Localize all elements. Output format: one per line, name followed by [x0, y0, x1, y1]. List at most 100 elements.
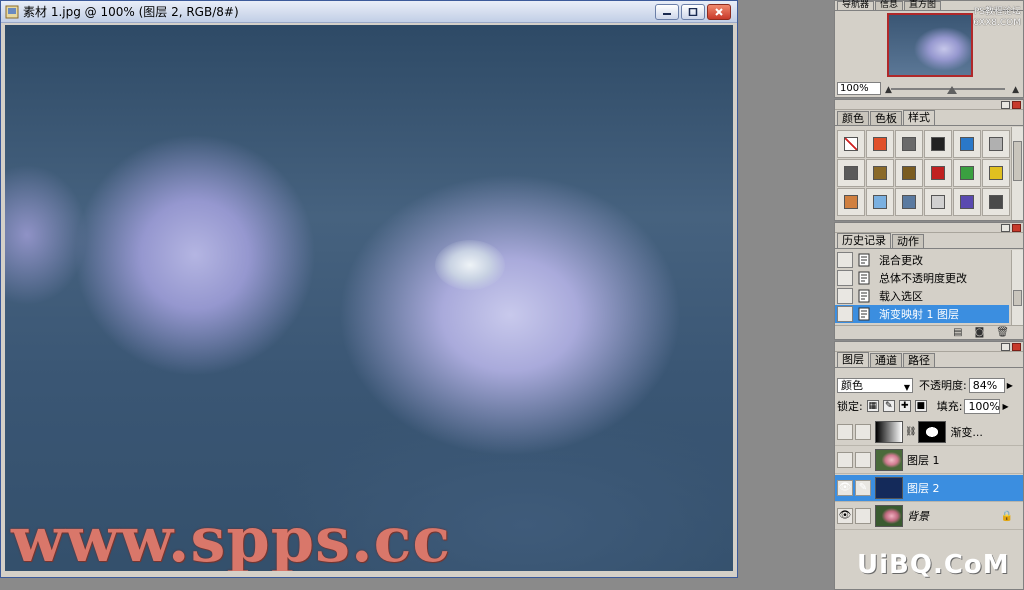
style-swatch[interactable] [924, 130, 952, 158]
tab-color[interactable]: 颜色 [837, 111, 869, 125]
chain-link-icon[interactable]: ⛓ [905, 427, 916, 437]
tab-swatches[interactable]: 色板 [870, 111, 902, 125]
panel-close-icon[interactable] [1012, 342, 1021, 351]
style-swatch[interactable] [982, 130, 1010, 158]
history-snapshot-box[interactable] [837, 288, 853, 304]
tab-paths[interactable]: 路径 [903, 353, 935, 367]
style-swatch[interactable] [924, 188, 952, 216]
blend-mode-select[interactable]: 颜色 ▼ [837, 377, 913, 393]
navigator-panel: 导航器 信息 直方图 PS教程论坛 BBS.16XX8.COM 100% ▲ ▲ [834, 0, 1024, 98]
style-swatch[interactable] [837, 159, 865, 187]
style-swatch[interactable] [982, 159, 1010, 187]
history-item[interactable]: 混合更改 [835, 251, 1009, 269]
fill-arrow-icon[interactable]: ▶ [1002, 402, 1008, 411]
history-footer: ▤ ◙ 🗑 [835, 325, 1023, 339]
layer-link-box[interactable] [855, 508, 871, 524]
eye-icon[interactable]: 👁 [837, 480, 853, 496]
opacity-arrow-icon[interactable]: ▶ [1007, 381, 1013, 390]
zoom-slider-handle[interactable] [947, 86, 957, 94]
zoom-out-icon[interactable]: ▲ [885, 85, 892, 95]
style-swatch[interactable] [895, 130, 923, 158]
style-swatch[interactable] [953, 159, 981, 187]
swatch-chip [902, 166, 916, 180]
tab-channels[interactable]: 通道 [870, 353, 902, 367]
history-item-label: 渐变映射 1 图层 [879, 308, 959, 321]
history-snapshot-box[interactable] [837, 252, 853, 268]
style-swatch-none[interactable] [837, 130, 865, 158]
styles-scrollbar-thumb[interactable] [1013, 141, 1022, 181]
styles-scrollbar[interactable] [1011, 127, 1023, 220]
history-snapshot-box[interactable] [837, 270, 853, 286]
style-swatch[interactable] [924, 159, 952, 187]
lock-all-icon[interactable]: ■ [914, 400, 927, 412]
style-swatch[interactable] [895, 159, 923, 187]
photoshop-file-icon [5, 5, 19, 18]
layer-link-box[interactable] [855, 424, 871, 440]
workspace-background [738, 0, 834, 590]
swatch-chip [960, 195, 974, 209]
tab-histogram[interactable]: 直方图 [904, 1, 942, 10]
style-swatch[interactable] [895, 188, 923, 216]
styles-panel-grip[interactable] [835, 100, 1023, 110]
spps-watermark: www.spps.cc [11, 503, 452, 571]
visibility-toggle-icon[interactable] [837, 424, 853, 440]
zoom-field[interactable]: 100% [837, 82, 881, 95]
lock-transparent-icon[interactable]: ▦ [866, 400, 879, 412]
lock-position-icon[interactable]: ✚ [898, 400, 911, 412]
eye-icon[interactable]: 👁 [837, 508, 853, 524]
document-titlebar[interactable]: 素材 1.jpg @ 100% (图层 2, RGB/8#) [1, 1, 737, 23]
style-swatch[interactable] [866, 130, 894, 158]
tab-history[interactable]: 历史记录 [837, 233, 891, 248]
history-scrollbar[interactable] [1011, 250, 1023, 326]
layer-row-gradient-map[interactable]: ⛓ 渐变... [835, 419, 1023, 446]
history-item[interactable]: 总体不透明度更改 [835, 269, 1009, 287]
style-swatch[interactable] [953, 130, 981, 158]
trash-icon[interactable]: 🗑 [996, 327, 1009, 338]
layers-panel-grip[interactable] [835, 342, 1023, 352]
tab-actions[interactable]: 动作 [892, 234, 924, 248]
history-scrollbar-thumb[interactable] [1013, 290, 1022, 306]
document-window: 素材 1.jpg @ 100% (图层 2, RGB/8#) www.spps.… [0, 0, 738, 578]
style-swatch[interactable] [953, 188, 981, 216]
panel-minimize-icon[interactable] [1001, 223, 1010, 232]
tab-navigator[interactable]: 导航器 [837, 1, 875, 10]
history-item[interactable]: 载入选区 [835, 287, 1009, 305]
close-button[interactable] [707, 3, 731, 20]
panel-minimize-icon[interactable] [1001, 100, 1010, 109]
new-document-from-state-icon[interactable]: ▤ [953, 327, 962, 338]
panel-minimize-icon[interactable] [1001, 342, 1010, 351]
opacity-field[interactable]: 84% [968, 377, 1005, 393]
history-panel-grip[interactable] [835, 223, 1023, 233]
panel-close-icon[interactable] [1012, 100, 1021, 109]
zoom-in-icon[interactable]: ▲ [1012, 85, 1019, 95]
image-canvas[interactable]: www.spps.cc [5, 25, 733, 571]
swatch-chip [989, 195, 1003, 209]
layer-row-background[interactable]: 👁 背景 🔒 [835, 503, 1023, 530]
layer-row-layer-2[interactable]: 👁 ✎ 图层 2 [835, 475, 1023, 502]
swatch-chip [931, 195, 945, 209]
tab-layers[interactable]: 图层 [837, 352, 869, 367]
history-item-label: 总体不透明度更改 [879, 272, 967, 285]
minimize-button[interactable] [655, 3, 679, 20]
swatch-chip [989, 137, 1003, 151]
history-step-icon [858, 253, 870, 267]
style-swatch[interactable] [866, 159, 894, 187]
lock-pixels-icon[interactable]: ✎ [882, 400, 895, 412]
maximize-button[interactable] [681, 3, 705, 20]
tab-styles[interactable]: 样式 [903, 110, 935, 125]
opacity-value: 84% [972, 378, 998, 392]
panel-close-icon[interactable] [1012, 223, 1021, 232]
camera-snapshot-icon[interactable]: ◙ [975, 327, 985, 338]
tab-info[interactable]: 信息 [875, 1, 904, 10]
visibility-toggle-icon[interactable] [837, 452, 853, 468]
history-item-selected[interactable]: 渐变映射 1 图层 [835, 305, 1009, 323]
layer-row-layer-1[interactable]: 图层 1 [835, 447, 1023, 474]
navigator-thumbnail[interactable] [887, 13, 973, 77]
style-swatch[interactable] [837, 188, 865, 216]
style-swatch[interactable] [866, 188, 894, 216]
history-state-marker-icon[interactable] [837, 306, 853, 322]
fill-field[interactable]: 100% [964, 398, 1001, 414]
style-swatch[interactable] [982, 188, 1010, 216]
layer-link-box[interactable] [855, 452, 871, 468]
brush-icon[interactable]: ✎ [855, 480, 871, 496]
